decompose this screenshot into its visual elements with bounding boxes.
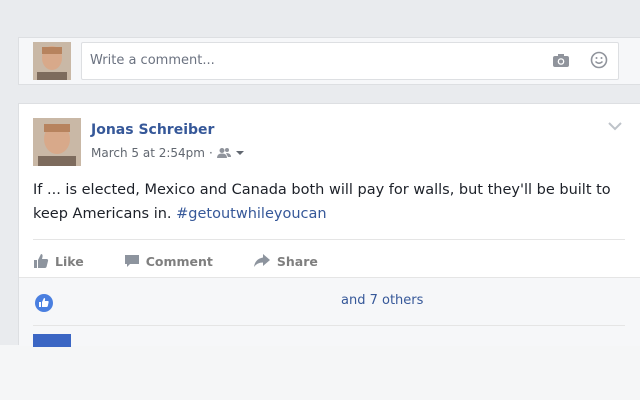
friends-icon[interactable] [216, 147, 231, 159]
comment-label: Comment [145, 253, 213, 269]
commenter-avatar[interactable] [33, 334, 71, 347]
post-body: If ... is elected, Mexico and Canada bot… [33, 178, 633, 226]
like-reaction-icon[interactable] [34, 293, 54, 313]
author-avatar[interactable] [33, 118, 81, 166]
chevron-down-icon[interactable] [607, 120, 623, 132]
camera-icon[interactable] [552, 52, 570, 68]
share-button[interactable]: Share [253, 247, 318, 275]
share-icon [253, 254, 270, 267]
post-author[interactable]: Jonas Schreiber [91, 122, 214, 138]
like-label: Like [55, 253, 84, 269]
comment-composer: Write a comment... [18, 37, 640, 85]
share-label: Share [276, 253, 318, 269]
comment-input[interactable]: Write a comment... [81, 42, 619, 80]
reactions-section: and 7 others [19, 277, 640, 347]
reactions-summary[interactable]: and 7 others [341, 293, 423, 308]
comment-button[interactable]: Comment [124, 247, 213, 275]
post-hashtag[interactable]: #getoutwhileyoucan [176, 206, 326, 222]
actions-divider [33, 239, 625, 240]
post-card: Jonas Schreiber March 5 at 2:54pm · If .… [18, 103, 640, 347]
post-meta: March 5 at 2:54pm · [91, 146, 245, 160]
dropdown-caret-icon[interactable] [235, 149, 245, 157]
thumbs-up-icon [34, 254, 49, 268]
post-timestamp[interactable]: March 5 at 2:54pm [91, 146, 205, 160]
page-bottom-background [0, 345, 640, 400]
like-button[interactable]: Like [33, 247, 84, 275]
smiley-icon[interactable] [590, 51, 608, 69]
user-avatar[interactable] [33, 42, 71, 80]
reactions-divider [33, 325, 625, 326]
meta-separator: · [208, 146, 213, 160]
comment-placeholder: Write a comment... [90, 53, 215, 68]
comment-icon [124, 255, 139, 267]
post-actions: Like Comment Share [33, 247, 625, 275]
